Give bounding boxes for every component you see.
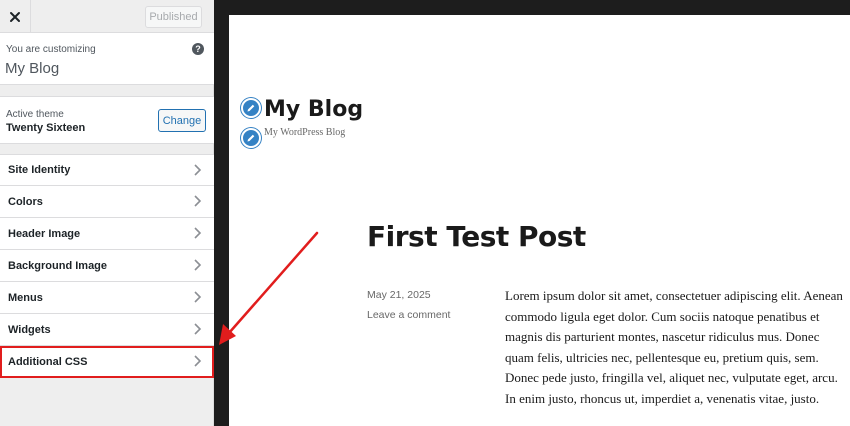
section-background-image[interactable]: Background Image	[0, 250, 214, 282]
active-theme-panel: Active theme Twenty Sixteen Change	[0, 96, 214, 144]
section-header-image[interactable]: Header Image	[0, 218, 214, 250]
site-description: My WordPress Blog	[264, 127, 346, 138]
chevron-right-icon	[194, 291, 202, 303]
site-title[interactable]: My Blog	[264, 97, 363, 122]
chevron-right-icon	[194, 323, 202, 335]
post-body: Lorem ipsum dolor sit amet, consectetuer…	[505, 288, 843, 406]
post-title[interactable]: First Test Post	[367, 220, 586, 253]
publish-button[interactable]: Published	[145, 6, 202, 28]
close-icon	[10, 11, 20, 22]
section-label: Widgets	[8, 323, 51, 336]
section-widgets[interactable]: Widgets	[0, 314, 214, 346]
section-site-identity[interactable]: Site Identity	[0, 154, 214, 186]
change-theme-button[interactable]: Change	[158, 109, 206, 132]
edit-pencil-icon	[247, 134, 255, 142]
site-name: My Blog	[5, 60, 60, 77]
site-preview: My Blog My WordPress Blog First Test Pos…	[229, 15, 850, 426]
chevron-right-icon	[194, 227, 202, 239]
post-date[interactable]: May 21, 2025	[367, 289, 431, 301]
section-label: Background Image	[8, 259, 108, 272]
section-additional-css[interactable]: Additional CSS	[0, 346, 214, 378]
close-customizer-button[interactable]	[0, 0, 31, 33]
customizing-label: You are customizing	[6, 44, 96, 55]
section-label: Site Identity	[8, 164, 71, 176]
help-icon[interactable]: ?	[192, 43, 204, 55]
section-label: Colors	[8, 195, 43, 208]
section-colors[interactable]: Colors	[0, 186, 214, 218]
customizer-info: You are customizing My Blog ?	[0, 33, 214, 85]
leave-comment-link[interactable]: Leave a comment	[367, 309, 450, 321]
chevron-right-icon	[194, 195, 202, 207]
edit-site-title-button[interactable]	[241, 98, 261, 118]
section-menus[interactable]: Menus	[0, 282, 214, 314]
active-theme-name: Twenty Sixteen	[6, 122, 86, 134]
active-theme-label: Active theme	[6, 109, 64, 120]
customizer-sidebar: Published You are customizing My Blog ? …	[0, 0, 214, 426]
chevron-right-icon	[194, 164, 202, 176]
chevron-right-icon	[194, 259, 202, 271]
customizer-sections: Site Identity Colors Header Image Backgr…	[0, 154, 214, 378]
section-label: Menus	[8, 291, 43, 304]
customizer-header: Published	[0, 0, 214, 33]
edit-site-description-button[interactable]	[241, 128, 261, 148]
section-label: Header Image	[8, 227, 81, 240]
chevron-right-icon	[194, 355, 202, 367]
section-label: Additional CSS	[8, 355, 88, 368]
edit-pencil-icon	[247, 104, 255, 112]
